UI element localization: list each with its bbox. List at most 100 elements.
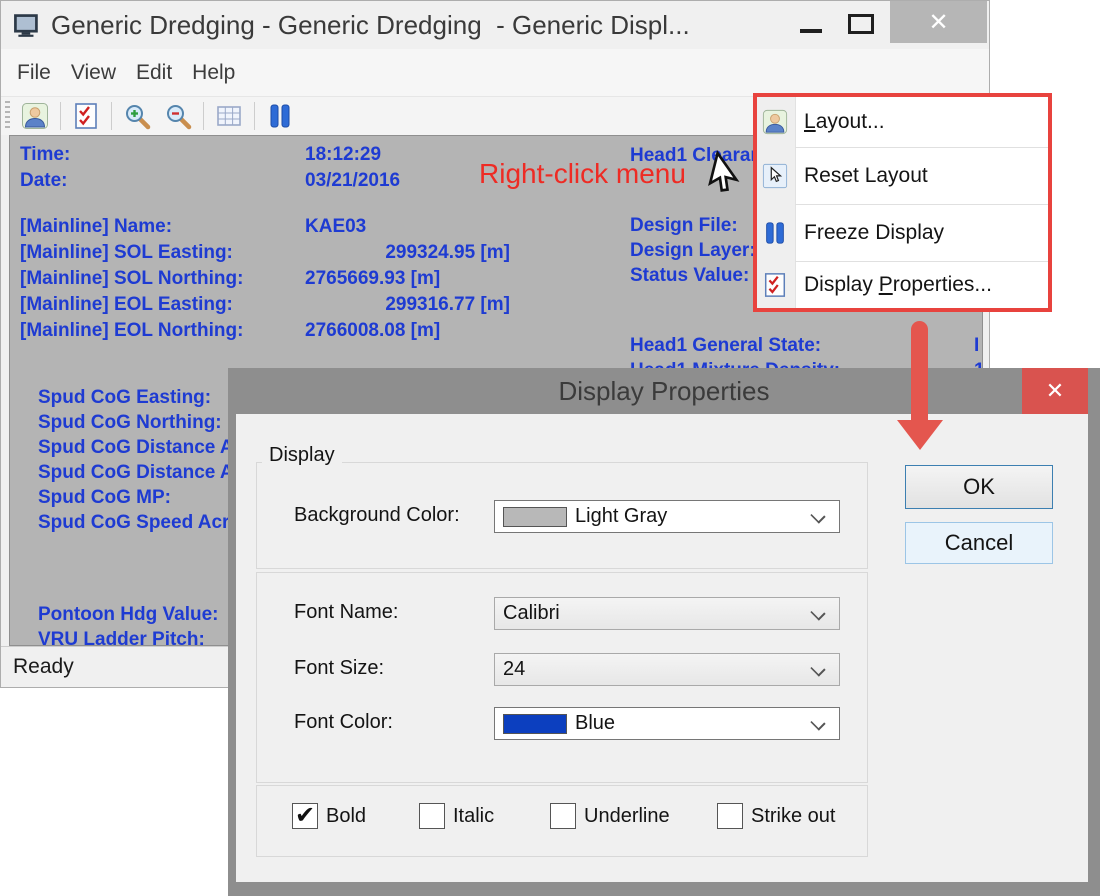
chevron-down-icon	[810, 605, 825, 620]
menu-item-label: Reset Layout	[804, 164, 928, 188]
field-value: 18:12:29	[305, 144, 381, 166]
app-icon	[13, 12, 41, 38]
checkbox-label[interactable]: Strike out	[751, 803, 835, 830]
color-swatch	[503, 507, 567, 527]
field-value: I	[974, 335, 983, 357]
chevron-down-icon	[810, 661, 825, 676]
toolbar-separator	[60, 102, 61, 130]
cursor-icon	[762, 163, 788, 189]
menu-item-reset-layout[interactable]: Reset Layout	[757, 148, 1048, 204]
design-block: Design File: Design Layer: Status Value:	[630, 215, 756, 290]
field-label: Head1 General State:	[630, 335, 821, 356]
toolbar-separator	[203, 102, 204, 130]
grid-icon[interactable]	[213, 100, 245, 132]
field-label: Design File:	[630, 215, 756, 240]
checkbox-box[interactable]: ✔	[292, 803, 318, 829]
field-value: 03/21/2016	[305, 170, 400, 192]
field-label: [Mainline] SOL Easting:	[20, 242, 233, 263]
field-label: Time:	[20, 144, 70, 165]
time-block: Time: 18:12:29 Date: 03/21/2016	[20, 144, 510, 196]
menu-item-layout[interactable]: Layout...	[757, 97, 1048, 147]
title-bar[interactable]: Generic Dredging - Generic Dredging - Ge…	[1, 1, 989, 49]
font-size-label: Font Size:	[294, 657, 384, 680]
menu-item-label: Freeze Display	[804, 221, 944, 245]
color-swatch	[503, 714, 567, 734]
font-name-label: Font Name:	[294, 601, 398, 624]
display-properties-icon[interactable]	[70, 100, 102, 132]
menu-item-display-properties[interactable]: Display Properties...	[757, 262, 1048, 308]
background-color-select[interactable]: Light Gray	[494, 500, 840, 533]
field-value: 2765669.93 [m]	[305, 268, 440, 290]
chevron-down-icon	[810, 715, 825, 730]
maximize-button[interactable]	[848, 14, 874, 34]
close-button[interactable]: ✕	[890, 1, 987, 43]
field-label: Design Layer:	[630, 240, 756, 265]
dialog-body: Display Background Color: Light Gray Fon…	[236, 414, 1088, 882]
strike-out-checkbox[interactable]: Strike out	[717, 803, 835, 830]
field-label: [Mainline] EOL Northing:	[20, 320, 243, 341]
menu-item-label: Display Properties...	[804, 273, 992, 297]
freeze-pause-icon	[762, 220, 788, 246]
dialog-close-button[interactable]: ✕	[1022, 368, 1088, 414]
font-size-select[interactable]: 24	[494, 653, 840, 686]
selected-value: Light Gray	[575, 505, 667, 528]
field-label: VRU Ladder Pitch:	[38, 629, 219, 646]
checkbox-label[interactable]: Italic	[453, 803, 494, 830]
italic-checkbox[interactable]: Italic	[419, 803, 494, 830]
selected-value: Blue	[575, 712, 615, 735]
toolbar-separator	[111, 102, 112, 130]
field-label: Pontoon Hdg Value:	[38, 604, 219, 629]
context-menu: Layout... Reset Layout Freeze Display Di…	[753, 93, 1052, 312]
bold-checkbox[interactable]: ✔ Bold	[292, 803, 366, 830]
user-layout-icon[interactable]	[19, 100, 51, 132]
annotation-right-click-menu: Right-click menu	[479, 158, 686, 190]
field-label: Date:	[20, 170, 68, 191]
menu-view[interactable]: View	[61, 61, 126, 85]
freeze-pause-icon[interactable]	[264, 100, 296, 132]
menu-bar: File View Edit Help	[1, 49, 989, 97]
checkbox-label[interactable]: Underline	[584, 803, 670, 830]
ok-button[interactable]: OK	[905, 465, 1053, 509]
annotation-arrow-shaft	[911, 321, 928, 422]
checkbox-label[interactable]: Bold	[326, 803, 366, 830]
minimize-button[interactable]	[800, 29, 822, 33]
menu-edit[interactable]: Edit	[126, 61, 182, 85]
underline-checkbox[interactable]: Underline	[550, 803, 670, 830]
screenshot: Generic Dredging - Generic Dredging - Ge…	[0, 0, 1100, 896]
field-label: Status Value:	[630, 265, 756, 290]
font-name-select[interactable]: Calibri	[494, 597, 840, 630]
group-label-display: Display	[262, 444, 342, 467]
field-value: 2766008.08 [m]	[305, 320, 440, 342]
window-title: Generic Dredging - Generic Dredging - Ge…	[51, 10, 690, 41]
field-value: 299316.77 [m]	[385, 294, 510, 316]
field-value: 299324.95 [m]	[385, 242, 510, 264]
zoom-in-icon[interactable]	[121, 100, 153, 132]
field-label: [Mainline] Name:	[20, 216, 172, 237]
annotation-arrow-head	[897, 420, 943, 450]
font-color-select[interactable]: Blue	[494, 707, 840, 740]
menu-item-freeze-display[interactable]: Freeze Display	[757, 205, 1048, 261]
menu-help[interactable]: Help	[182, 61, 245, 85]
selected-value: 24	[503, 658, 525, 681]
pontoon-block: Pontoon Hdg Value: VRU Ladder Pitch:	[38, 604, 219, 646]
status-text: Ready	[13, 655, 74, 679]
toolbar-grip[interactable]	[5, 101, 10, 131]
checkbox-box[interactable]	[550, 803, 576, 829]
font-color-label: Font Color:	[294, 711, 393, 734]
toolbar-separator	[254, 102, 255, 130]
user-layout-icon	[762, 109, 788, 135]
selected-value: Calibri	[503, 602, 560, 625]
chevron-down-icon	[810, 508, 825, 523]
checkbox-box[interactable]	[419, 803, 445, 829]
zoom-out-icon[interactable]	[162, 100, 194, 132]
menu-file[interactable]: File	[7, 61, 61, 85]
cancel-button[interactable]: Cancel	[905, 522, 1053, 564]
field-value: KAE03	[305, 216, 366, 238]
checkbox-box[interactable]	[717, 803, 743, 829]
field-label: [Mainline] SOL Northing:	[20, 268, 243, 289]
dialog-title[interactable]: Display Properties	[228, 368, 1100, 414]
mainline-block: [Mainline] Name: KAE03 [Mainline] SOL Eas…	[20, 216, 510, 346]
display-properties-icon	[762, 272, 788, 298]
display-properties-dialog: Display Properties ✕ Display Background …	[228, 368, 1100, 896]
menu-item-label: Layout...	[804, 110, 885, 134]
